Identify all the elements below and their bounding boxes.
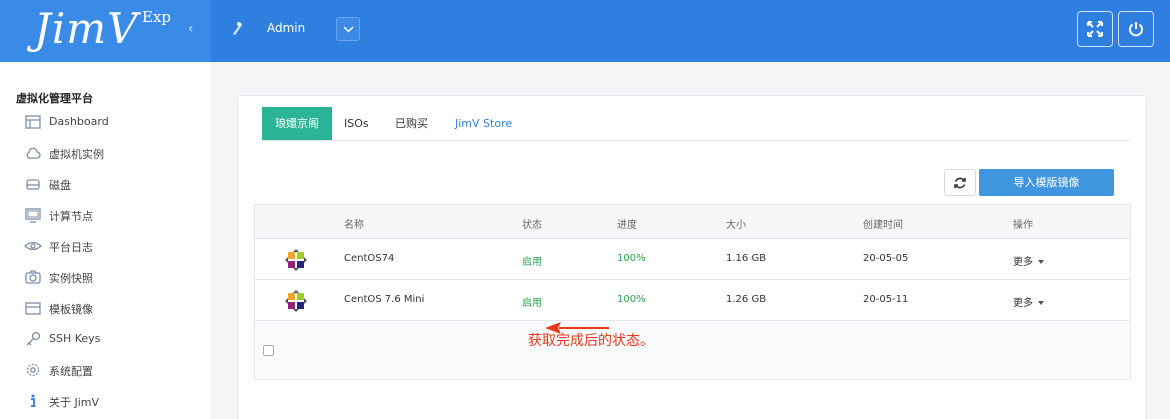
template-table: 名称 状态 进度 大小 创建时间 操作 CentOS74 启用 100% 1.1… [254, 204, 1131, 380]
brand-area: JimV Exp ‹ [0, 0, 211, 62]
row-created: 20-05-11 [863, 294, 909, 305]
sidebar-item-disks[interactable]: 磁盘 [0, 170, 211, 198]
key-icon [26, 331, 41, 346]
fullscreen-icon [1087, 21, 1103, 37]
cloud-icon [26, 147, 41, 159]
tab-purchased[interactable]: 已购买 [395, 107, 428, 140]
brand-suffix: Exp [142, 8, 172, 26]
row-size: 1.16 GB [726, 253, 767, 264]
sidebar-collapse-button[interactable]: ‹ [188, 21, 194, 37]
row-name: CentOS74 [344, 253, 395, 264]
user-dropdown-button[interactable] [336, 17, 360, 41]
eye-icon [24, 241, 42, 251]
sidebar-item-instances[interactable]: 虚拟机实例 [0, 139, 211, 167]
main-content: 琅嬛京阁 ISOs 已购买 JimV Store 导入模版镜像 名称 状态 进度… [211, 62, 1170, 419]
more-label: 更多 [1013, 257, 1033, 268]
row-status: 启用 [522, 257, 542, 268]
sidebar-item-label: SSH Keys [49, 332, 101, 345]
dashboard-icon [25, 115, 41, 129]
power-icon [1129, 22, 1143, 37]
row-created: 20-05-05 [863, 253, 909, 264]
sidebar-item-label: 实例快照 [49, 272, 93, 285]
tab-bar: 琅嬛京阁 ISOs 已购买 JimV Store [262, 107, 1130, 141]
annotation-text: 获取完成后的状态。 [528, 333, 654, 349]
column-name[interactable]: 名称 [344, 216, 364, 231]
chevron-down-icon [343, 26, 354, 33]
sidebar: 虚拟化管理平台 Dashboard 虚拟机实例 磁盘 计算节点 平台日志 实例快… [0, 62, 211, 419]
centos-logo-icon [285, 249, 307, 271]
sidebar-item-settings[interactable]: 系统配置 [0, 356, 211, 384]
column-action: 操作 [1013, 220, 1033, 231]
sidebar-item-templates[interactable]: 模板镜像 [0, 294, 211, 322]
user-name: Admin [267, 21, 306, 35]
sidebar-item-label: 关于 JimV [49, 396, 100, 409]
gear-icon [26, 363, 40, 377]
table-header: 名称 状态 进度 大小 创建时间 操作 [255, 205, 1130, 239]
more-label: 更多 [1013, 298, 1033, 309]
column-size[interactable]: 大小 [726, 216, 746, 231]
sidebar-item-label: Dashboard [49, 115, 109, 128]
brand-logo[interactable]: JimV [34, 4, 138, 53]
top-header: JimV Exp ‹ Admin [0, 0, 1170, 62]
column-progress[interactable]: 进度 [617, 216, 637, 231]
user-icon [233, 22, 242, 35]
template-icon [25, 302, 41, 315]
row-progress: 100% [617, 294, 646, 305]
caret-down-icon [1038, 301, 1044, 305]
select-all-checkbox[interactable] [263, 345, 274, 356]
table-row[interactable]: CentOS 7.6 Mini 启用 100% 1.26 GB 20-05-11… [255, 280, 1130, 321]
disk-icon [26, 179, 40, 190]
sidebar-item-about[interactable]: 关于 JimV [0, 387, 211, 415]
sidebar-item-dashboard[interactable]: Dashboard [0, 108, 211, 136]
sidebar-item-ssh-keys[interactable]: SSH Keys [0, 325, 211, 353]
row-more-dropdown[interactable]: 更多 [1013, 253, 1044, 268]
sidebar-title: 虚拟化管理平台 [16, 92, 93, 105]
sidebar-item-label: 磁盘 [49, 179, 71, 192]
row-size: 1.26 GB [726, 294, 767, 305]
sidebar-item-label: 平台日志 [49, 241, 93, 254]
fullscreen-button[interactable] [1077, 11, 1113, 47]
refresh-button[interactable] [944, 169, 976, 196]
row-progress: 100% [617, 253, 646, 264]
sidebar-item-nodes[interactable]: 计算节点 [0, 201, 211, 229]
row-status: 启用 [522, 298, 542, 309]
sidebar-item-label: 系统配置 [49, 365, 93, 378]
row-name: CentOS 7.6 Mini [344, 294, 425, 305]
tab-isos[interactable]: ISOs [344, 107, 369, 140]
sidebar-item-label: 计算节点 [49, 210, 93, 223]
content-panel: 琅嬛京阁 ISOs 已购买 JimV Store 导入模版镜像 名称 状态 进度… [237, 95, 1147, 419]
table-row[interactable]: CentOS74 启用 100% 1.16 GB 20-05-05 更多 [255, 239, 1130, 280]
info-icon [31, 394, 36, 407]
sidebar-item-logs[interactable]: 平台日志 [0, 232, 211, 260]
centos-logo-icon [285, 290, 307, 312]
sidebar-item-snapshots[interactable]: 实例快照 [0, 263, 211, 291]
sidebar-item-label: 虚拟机实例 [49, 148, 104, 161]
tab-jimv-store[interactable]: JimV Store [455, 107, 512, 140]
tab-langhuan[interactable]: 琅嬛京阁 [262, 107, 332, 140]
logout-button[interactable] [1118, 11, 1154, 47]
caret-down-icon [1038, 260, 1044, 264]
column-created[interactable]: 创建时间 [863, 216, 903, 231]
camera-icon [25, 270, 41, 284]
monitor-icon [25, 208, 41, 223]
row-more-dropdown[interactable]: 更多 [1013, 294, 1044, 309]
sidebar-item-label: 模板镜像 [49, 303, 93, 316]
refresh-icon [954, 177, 966, 189]
import-template-button[interactable]: 导入模版镜像 [979, 169, 1114, 196]
column-status[interactable]: 状态 [522, 216, 542, 231]
